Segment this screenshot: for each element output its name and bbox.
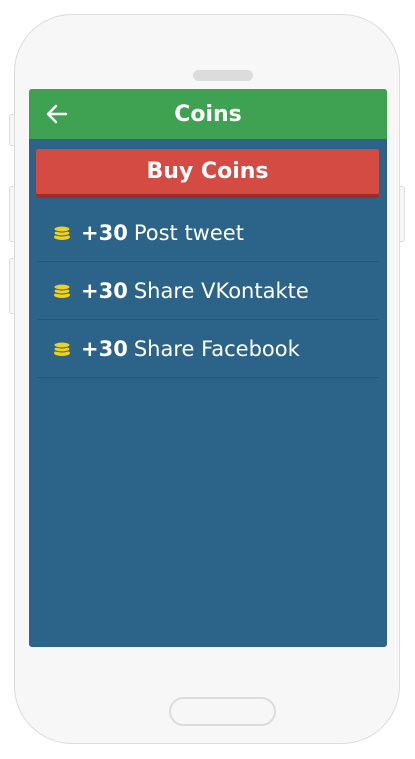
coin-amount: +30 [81, 336, 128, 361]
earn-coins-list: +30 Post tweet +30 Share VKontakte +30 S… [29, 204, 387, 378]
list-item-post-tweet[interactable]: +30 Post tweet [37, 204, 379, 262]
app-bar: Coins [29, 89, 387, 139]
app-screen: Coins Buy Coins +30 Post tweet +30 Share… [29, 89, 387, 647]
coins-icon [53, 225, 71, 240]
coins-icon [53, 341, 71, 356]
page-title: Coins [174, 101, 242, 127]
buy-coins-button[interactable]: Buy Coins [36, 149, 379, 194]
action-label: Share VKontakte [133, 278, 309, 303]
coin-amount: +30 [81, 278, 128, 303]
coin-amount: +30 [81, 220, 128, 245]
coins-icon [53, 283, 71, 298]
list-item-share-facebook[interactable]: +30 Share Facebook [37, 320, 379, 378]
phone-home-button[interactable] [169, 697, 276, 726]
phone-side-button-right [399, 186, 405, 242]
phone-side-button-left-middle [9, 186, 15, 242]
list-item-share-vkontakte[interactable]: +30 Share VKontakte [37, 262, 379, 320]
phone-side-button-left-bottom [9, 258, 15, 314]
action-label: Share Facebook [133, 336, 300, 361]
phone-speaker [193, 70, 253, 81]
action-label: Post tweet [133, 220, 244, 245]
arrow-left-icon[interactable] [45, 102, 69, 126]
phone-side-button-left-top [9, 114, 15, 146]
